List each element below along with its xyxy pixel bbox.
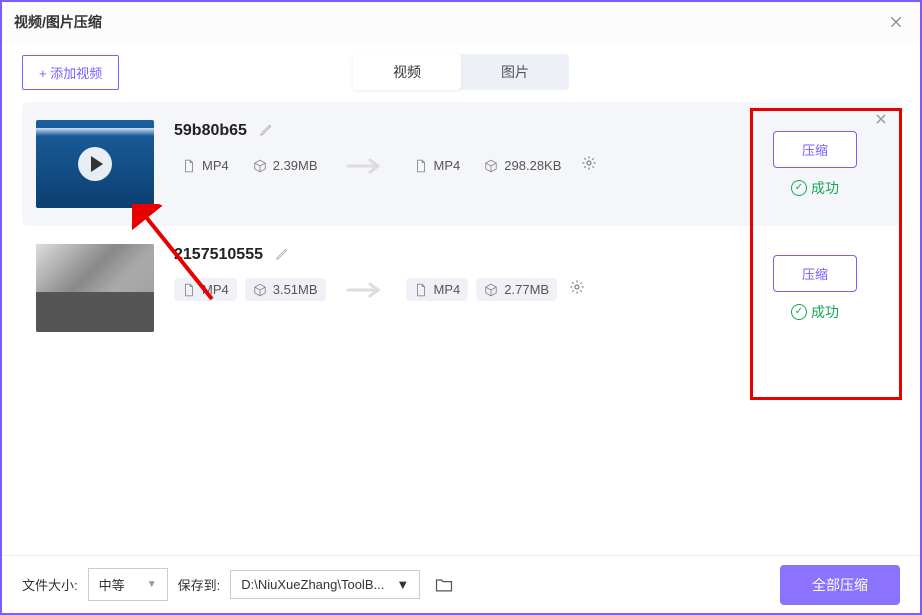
close-icon bbox=[874, 112, 888, 126]
cube-icon bbox=[484, 159, 498, 173]
file-icon bbox=[182, 159, 196, 173]
add-video-button[interactable]: + 添加视频 bbox=[22, 55, 119, 90]
gear-icon bbox=[569, 279, 585, 295]
play-icon bbox=[78, 147, 112, 181]
edit-name-button[interactable] bbox=[259, 123, 273, 140]
tabs: 视频 图片 bbox=[353, 54, 569, 90]
file-item: 59b80b65 MP4 2.39MB bbox=[22, 102, 900, 226]
arrow-icon bbox=[346, 156, 386, 176]
titlebar: 视频/图片压缩 bbox=[2, 2, 920, 42]
file-name: 59b80b65 bbox=[174, 122, 247, 140]
source-format: MP4 bbox=[174, 278, 237, 301]
source-size: 2.39MB bbox=[245, 154, 326, 177]
save-to-label: 保存到: bbox=[178, 575, 221, 594]
compress-all-button[interactable]: 全部压缩 bbox=[780, 565, 900, 605]
cube-icon bbox=[484, 283, 498, 297]
status-success: ✓ 成功 bbox=[791, 302, 839, 322]
file-name: 2157510555 bbox=[174, 246, 263, 264]
window-title: 视频/图片压缩 bbox=[14, 12, 102, 32]
compress-button[interactable]: 压缩 bbox=[773, 255, 857, 292]
window-close-button[interactable] bbox=[884, 10, 908, 34]
gear-icon bbox=[581, 155, 597, 171]
file-item: 2157510555 MP4 3.51MB bbox=[22, 226, 900, 350]
folder-icon bbox=[434, 575, 454, 595]
file-icon bbox=[414, 159, 428, 173]
cube-icon bbox=[253, 159, 267, 173]
chevron-down-icon: ▼ bbox=[396, 577, 409, 592]
settings-button[interactable] bbox=[569, 279, 585, 300]
chevron-down-icon: ▼ bbox=[147, 579, 157, 590]
file-list: 59b80b65 MP4 2.39MB bbox=[2, 102, 920, 350]
video-thumbnail[interactable] bbox=[36, 120, 154, 208]
source-format: MP4 bbox=[174, 154, 237, 177]
target-format: MP4 bbox=[406, 278, 469, 301]
tab-video[interactable]: 视频 bbox=[353, 54, 461, 90]
item-actions: 压缩 ✓ 成功 bbox=[750, 244, 880, 332]
footer: 文件大小: 中等 ▼ 保存到: D:\NiuXueZhang\ToolB... … bbox=[2, 555, 920, 613]
file-size-label: 文件大小: bbox=[22, 575, 78, 594]
target-size: 298.28KB bbox=[476, 154, 569, 177]
pencil-icon bbox=[259, 123, 273, 137]
compress-button[interactable]: 压缩 bbox=[773, 131, 857, 168]
toolbar: + 添加视频 视频 图片 bbox=[2, 42, 920, 102]
target-format: MP4 bbox=[406, 154, 469, 177]
check-icon: ✓ bbox=[791, 304, 807, 320]
cube-icon bbox=[253, 283, 267, 297]
file-info: 2157510555 MP4 3.51MB bbox=[174, 244, 750, 332]
save-path-select[interactable]: D:\NiuXueZhang\ToolB... ▼ bbox=[230, 570, 420, 599]
close-icon bbox=[888, 14, 904, 30]
video-thumbnail[interactable] bbox=[36, 244, 154, 332]
file-icon bbox=[182, 283, 196, 297]
file-size-select[interactable]: 中等 ▼ bbox=[88, 568, 168, 601]
file-info: 59b80b65 MP4 2.39MB bbox=[174, 120, 750, 208]
status-success: ✓ 成功 bbox=[791, 178, 839, 198]
remove-item-button[interactable] bbox=[874, 112, 888, 131]
browse-folder-button[interactable] bbox=[430, 571, 458, 599]
file-icon bbox=[414, 283, 428, 297]
item-actions: 压缩 ✓ 成功 bbox=[750, 120, 880, 208]
edit-name-button[interactable] bbox=[275, 247, 289, 264]
settings-button[interactable] bbox=[581, 155, 597, 176]
check-icon: ✓ bbox=[791, 180, 807, 196]
target-size: 2.77MB bbox=[476, 278, 557, 301]
pencil-icon bbox=[275, 247, 289, 261]
arrow-icon bbox=[346, 280, 386, 300]
source-size: 3.51MB bbox=[245, 278, 326, 301]
tab-image[interactable]: 图片 bbox=[461, 54, 569, 90]
